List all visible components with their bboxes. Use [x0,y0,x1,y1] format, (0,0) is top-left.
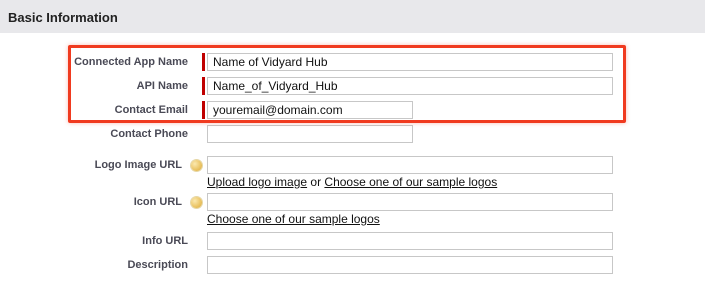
info-url-input[interactable] [207,232,613,250]
logo-image-url-input[interactable] [207,156,613,174]
contact-email-input[interactable] [207,101,413,119]
icon-links: Choose one of our sample logos [207,212,380,226]
help-icon[interactable] [191,160,202,171]
upload-logo-link[interactable]: Upload logo image [207,175,307,189]
contact-email-label: Contact Email [114,104,188,116]
or-text: or [307,175,325,189]
connected-app-name-input[interactable] [207,53,613,71]
help-icon[interactable] [191,197,202,208]
connected-app-name-label: Connected App Name [74,56,188,68]
required-marker [202,77,205,95]
choose-sample-icons-link[interactable]: Choose one of our sample logos [207,212,380,226]
icon-url-label: Icon URL [133,196,182,208]
api-name-input[interactable] [207,77,613,95]
section-title: Basic Information [8,10,118,25]
icon-url-input[interactable] [207,193,613,211]
logo-image-url-label: Logo Image URL [94,159,182,171]
description-input[interactable] [207,256,613,274]
logo-links: Upload logo image or Choose one of our s… [207,175,497,189]
contact-phone-label: Contact Phone [110,128,188,140]
contact-phone-input[interactable] [207,125,413,143]
api-name-label: API Name [136,80,188,92]
choose-sample-logos-link[interactable]: Choose one of our sample logos [324,175,497,189]
info-url-label: Info URL [142,235,188,247]
section-header: Basic Information [0,0,705,33]
required-marker [202,53,205,71]
description-label: Description [127,259,188,271]
required-marker [202,101,205,119]
